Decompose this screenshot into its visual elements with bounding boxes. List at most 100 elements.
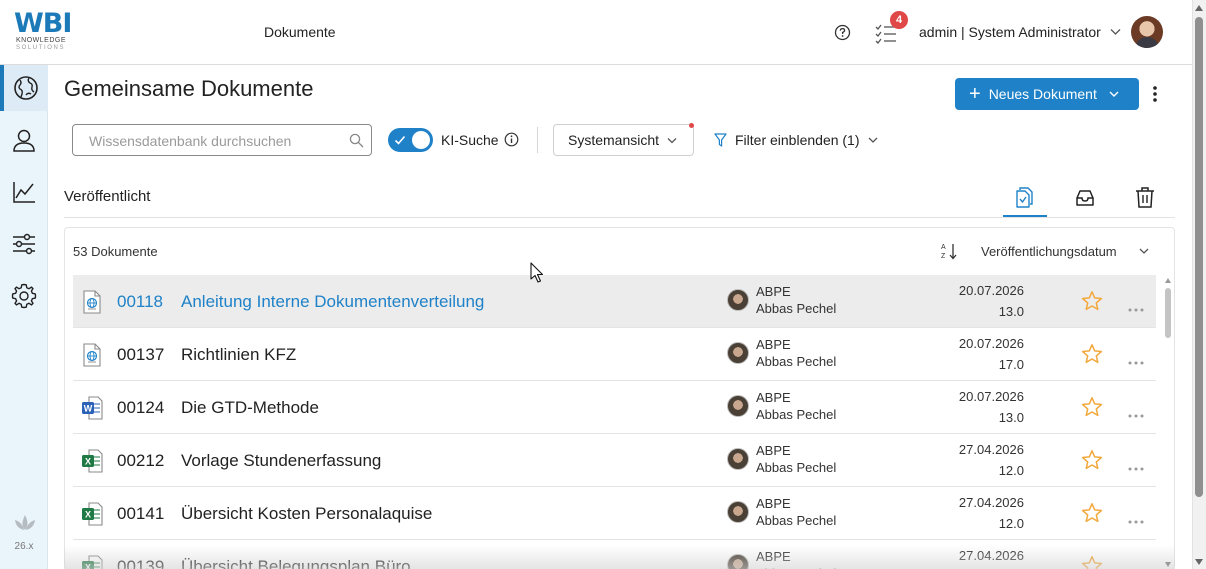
author-name: Abbas Pechel xyxy=(756,460,837,475)
chevron-down-icon[interactable] xyxy=(868,137,878,144)
document-title[interactable]: Übersicht Kosten Personalaquise xyxy=(181,504,432,524)
logo-subtitle: KNOWLEDGE xyxy=(16,37,67,44)
star-icon[interactable] xyxy=(1081,343,1103,365)
document-title[interactable]: Übersicht Belegungsplan Büro xyxy=(181,557,411,569)
sidebar-item-reports[interactable] xyxy=(0,169,48,215)
document-list: 00118 Anleitung Interne Dokumentenverteil… xyxy=(73,275,1156,569)
archive-icon[interactable] xyxy=(1074,187,1096,209)
scroll-down-arrow[interactable] xyxy=(1165,562,1171,567)
leaf-icon xyxy=(15,515,35,530)
sidebar-item-settings[interactable] xyxy=(0,273,48,319)
published-date: 20.07.2026 xyxy=(958,336,1024,351)
mouse-cursor-icon xyxy=(530,262,544,283)
table-row[interactable]: 00118 Anleitung Interne Dokumentenverteil… xyxy=(73,275,1156,328)
star-icon[interactable] xyxy=(1081,449,1103,471)
page-title: Gemeinsame Dokumente xyxy=(64,76,314,101)
sidebar-item-users[interactable] xyxy=(0,117,48,163)
ki-search-toggle[interactable] xyxy=(388,128,433,152)
more-horizontal-icon[interactable] xyxy=(1128,564,1144,568)
author-avatar xyxy=(727,554,749,569)
document-number[interactable]: 00118 xyxy=(117,292,163,312)
ki-search-label: KI-Suche xyxy=(441,132,499,148)
document-version: 17.0 xyxy=(998,357,1024,372)
excel-file-icon: X xyxy=(81,555,103,569)
author-abbreviation: ABPE xyxy=(756,443,791,458)
more-horizontal-icon[interactable] xyxy=(1128,405,1144,418)
filter-toggle[interactable]: Filter einblenden (1) xyxy=(735,132,860,148)
table-row[interactable]: X 00212 Vorlage Stundenerfassung ABPE Abbas … xyxy=(73,434,1156,487)
toolbar-divider xyxy=(537,127,538,153)
star-icon[interactable] xyxy=(1081,555,1103,569)
chevron-down-icon xyxy=(1109,91,1119,97)
chevron-down-icon[interactable] xyxy=(1110,28,1121,36)
help-icon[interactable] xyxy=(834,24,851,41)
sort-field-select[interactable]: Veröffentlichungsdatum xyxy=(981,244,1117,259)
svg-text:W: W xyxy=(84,404,93,414)
user-menu-label[interactable]: admin | System Administrator xyxy=(919,24,1101,40)
document-version: 13.0 xyxy=(998,304,1024,319)
task-count-badge: 4 xyxy=(890,11,908,29)
more-horizontal-icon[interactable] xyxy=(1128,299,1144,312)
document-number[interactable]: 00137 xyxy=(117,345,164,365)
view-select[interactable]: Systemansicht xyxy=(553,124,694,156)
more-vertical-icon[interactable] xyxy=(1147,84,1163,104)
new-document-label: Neues Dokument xyxy=(988,86,1097,102)
author-name: Abbas Pechel xyxy=(756,407,837,422)
search-icon[interactable] xyxy=(349,133,364,148)
scroll-up-arrow[interactable] xyxy=(1165,278,1171,283)
document-title[interactable]: Anleitung Interne Dokumentenverteilung xyxy=(181,292,484,312)
globe-icon xyxy=(14,76,38,100)
info-icon[interactable] xyxy=(504,132,519,147)
document-version: 13.0 xyxy=(998,410,1024,425)
more-horizontal-icon[interactable] xyxy=(1128,511,1144,524)
author-avatar xyxy=(727,342,749,364)
svg-text:X: X xyxy=(85,457,91,467)
table-row[interactable]: X00139Übersicht Belegungsplan BüroABPEAb… xyxy=(73,540,1156,569)
sidebar-item-filters[interactable] xyxy=(0,221,48,267)
author-name: Abbas Pechel xyxy=(756,354,837,369)
logo-subtitle-2: SOLUTIONS xyxy=(16,45,66,51)
published-date: 20.07.2026 xyxy=(958,389,1024,404)
sidebar: 26.x xyxy=(0,65,48,569)
filter-icon[interactable] xyxy=(714,133,727,147)
wbi-logo[interactable]: WBI KNOWLEDGE SOLUTIONS xyxy=(14,10,84,55)
chevron-down-icon[interactable] xyxy=(1139,248,1149,255)
trash-icon[interactable] xyxy=(1134,186,1156,208)
author-abbreviation: ABPE xyxy=(756,284,791,299)
more-horizontal-icon[interactable] xyxy=(1128,352,1144,365)
page-scrollbar-thumb[interactable] xyxy=(1195,17,1203,497)
chart-icon xyxy=(13,182,35,203)
document-number[interactable]: 00212 xyxy=(117,451,164,471)
new-document-button[interactable]: + Neues Dokument xyxy=(955,78,1139,110)
star-icon[interactable] xyxy=(1081,290,1103,312)
table-row[interactable]: W 00124 Die GTD-Methode ABPE Abbas Pechel 20.… xyxy=(73,381,1156,434)
scroll-up-arrow[interactable] xyxy=(1195,5,1203,11)
list-scrollbar-thumb[interactable] xyxy=(1165,288,1171,338)
author-avatar xyxy=(727,289,749,311)
view-changed-indicator xyxy=(689,123,694,128)
sort-icon[interactable]: A Z xyxy=(941,242,958,260)
document-number[interactable]: 00139 xyxy=(117,557,164,569)
sliders-icon xyxy=(13,233,35,255)
document-title[interactable]: Richtlinien KFZ xyxy=(181,345,296,365)
table-row[interactable]: X 00141 Übersicht Kosten Personalaquise ABP… xyxy=(73,487,1156,540)
document-title[interactable]: Die GTD-Methode xyxy=(181,398,319,418)
web-document-icon xyxy=(81,343,103,367)
star-icon[interactable] xyxy=(1081,396,1103,418)
sidebar-item-documents[interactable] xyxy=(0,65,48,111)
section-divider xyxy=(64,217,1175,218)
search-input[interactable] xyxy=(89,132,339,150)
chevron-down-icon xyxy=(667,138,677,144)
published-docs-icon[interactable] xyxy=(1014,186,1036,208)
scroll-down-arrow[interactable] xyxy=(1195,559,1203,565)
avatar[interactable] xyxy=(1131,16,1163,48)
table-row[interactable]: 00137 Richtlinien KFZ ABPE Abbas Pechel 20.0… xyxy=(73,328,1156,381)
more-horizontal-icon[interactable] xyxy=(1128,458,1144,471)
published-date: 27.04.2026 xyxy=(958,495,1024,510)
author-abbreviation: ABPE xyxy=(756,390,791,405)
document-title[interactable]: Vorlage Stundenerfassung xyxy=(181,451,381,471)
document-number[interactable]: 00124 xyxy=(117,398,164,418)
document-number[interactable]: 00141 xyxy=(117,504,164,524)
star-icon[interactable] xyxy=(1081,502,1103,524)
logo-text: WBI xyxy=(14,8,72,39)
